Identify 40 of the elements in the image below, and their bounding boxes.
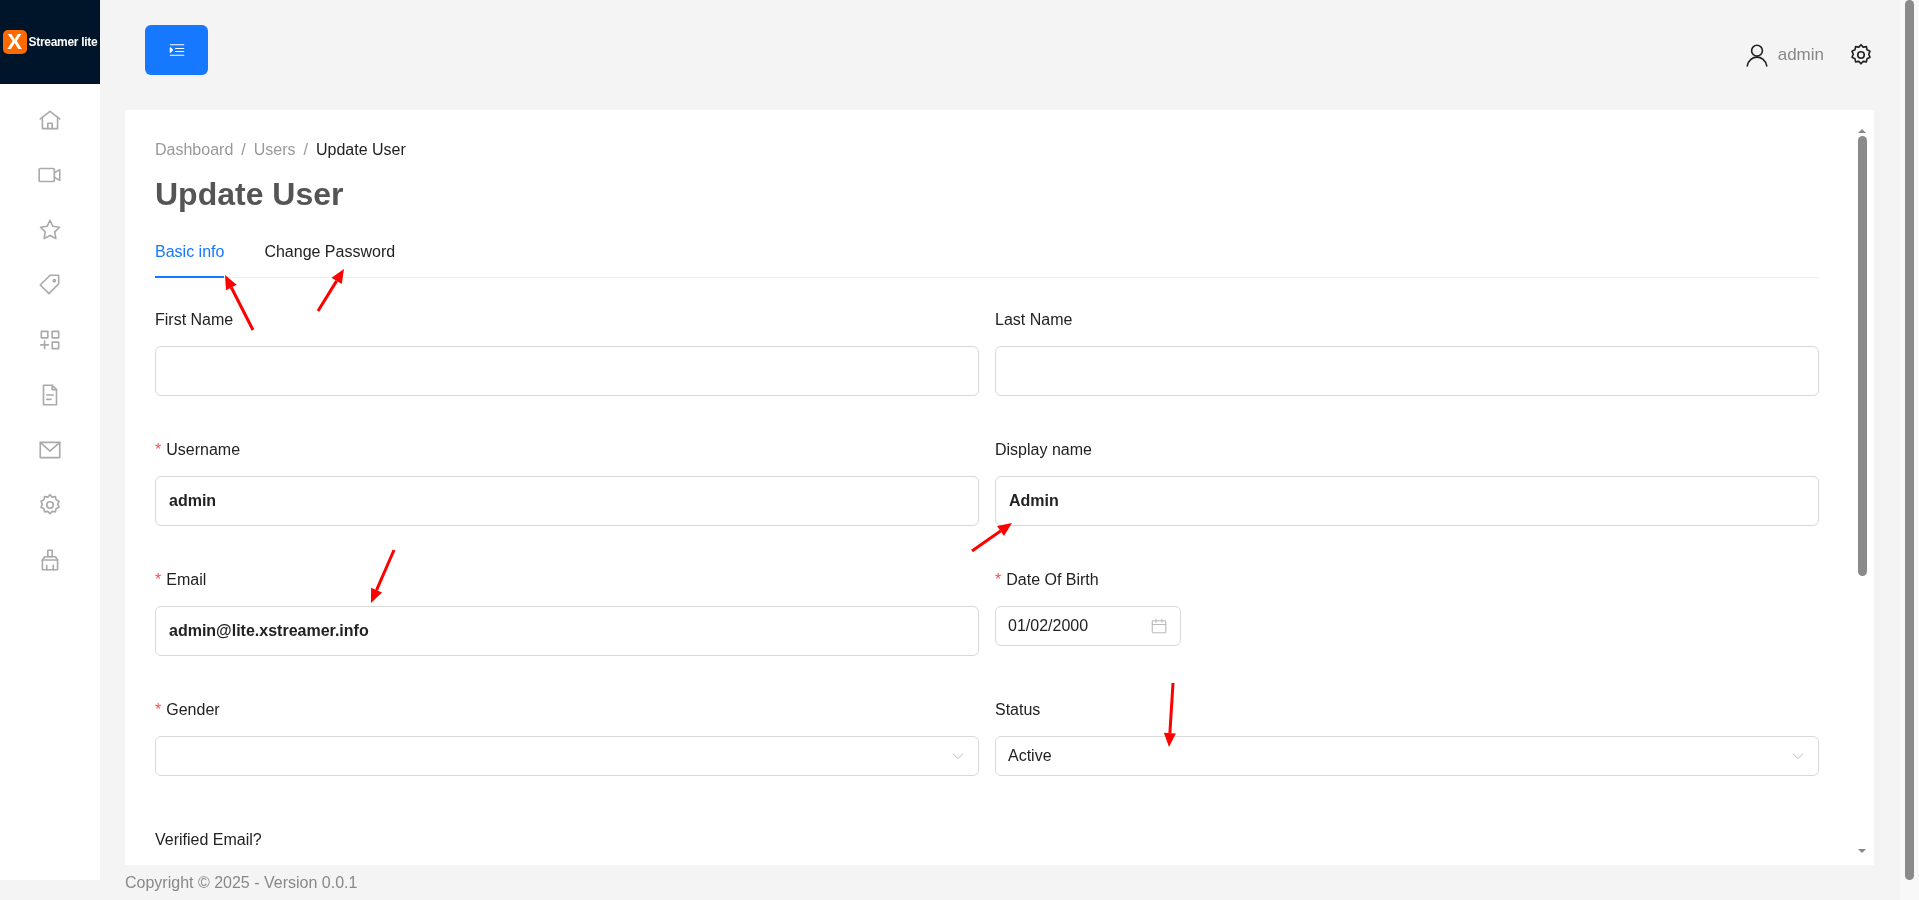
input-field[interactable] <box>155 346 979 396</box>
required-mark: * <box>155 570 162 590</box>
tab[interactable]: Change Password <box>264 240 396 278</box>
input-field[interactable]: admin <box>155 476 979 526</box>
required-mark: * <box>995 570 1002 590</box>
logo-text: Streamer lite <box>28 34 98 51</box>
page-title: Update User <box>155 175 345 214</box>
select-value: Active <box>1008 746 1052 766</box>
annotation-arrow <box>971 523 1012 553</box>
footer-text: Copyright © 2025 - Version 0.0.1 <box>125 873 359 893</box>
required-mark: * <box>155 700 162 720</box>
menu-button[interactable] <box>145 25 208 75</box>
input-field[interactable]: admin@lite.xstreamer.info <box>155 606 979 656</box>
annotation-arrow <box>1163 682 1176 747</box>
field-label: Status <box>995 700 1041 720</box>
date-field[interactable]: 01/02/2000 <box>995 606 1181 646</box>
select-field[interactable] <box>155 736 979 776</box>
menu-icon <box>167 41 186 59</box>
field-label: Email <box>166 570 207 590</box>
required-mark: * <box>155 440 162 460</box>
field-label: Verified Email? <box>155 830 262 850</box>
select-field[interactable]: Active <box>995 736 1819 776</box>
field-label: Display name <box>995 440 1092 460</box>
breadcrumb-separator: / <box>241 140 246 160</box>
breadcrumb-separator: / <box>303 140 308 160</box>
field-label: Gender <box>166 700 220 720</box>
annotation-arrow <box>316 269 344 312</box>
calendar-icon[interactable] <box>1150 617 1168 635</box>
logo-mark: X <box>2 30 27 54</box>
page-scrollbar[interactable] <box>1900 0 1919 900</box>
breadcrumb-current: Update User <box>315 140 406 160</box>
input-field[interactable]: Admin <box>995 476 1819 526</box>
tab[interactable]: Basic info <box>155 240 225 278</box>
field-label: Last Name <box>995 310 1073 330</box>
annotation-arrow <box>371 549 396 603</box>
field-label: First Name <box>155 310 234 330</box>
field-label: Username <box>166 440 241 460</box>
date-value: 01/02/2000 <box>1008 616 1089 636</box>
input-field[interactable] <box>995 346 1819 396</box>
field-label: Date Of Birth <box>1006 570 1099 590</box>
